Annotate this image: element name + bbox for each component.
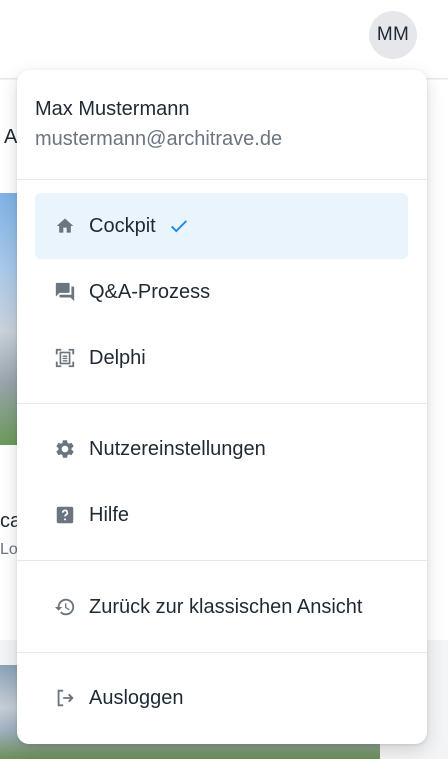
menu-item-classic-view[interactable]: Zurück zur klassischen Ansicht [35, 574, 408, 640]
menu-item-label: Zurück zur klassischen Ansicht [89, 595, 363, 618]
background-text-fragment: A [4, 126, 18, 148]
divider [17, 179, 427, 180]
document-scan-icon [53, 346, 77, 370]
top-bar: MM [0, 0, 448, 79]
user-avatar-button[interactable]: MM [369, 11, 417, 59]
menu-item-label: Q&A-Prozess [89, 280, 211, 303]
menu-item-label: Ausloggen [89, 686, 184, 709]
divider [17, 652, 427, 653]
background-text-fragment: Lo [0, 541, 18, 558]
logout-icon [53, 686, 77, 710]
menu-item-user-settings[interactable]: Nutzereinstellungen [35, 416, 408, 482]
home-icon [53, 214, 77, 238]
checkmark-icon [168, 215, 190, 237]
gear-icon [53, 437, 77, 461]
menu-item-label: Cockpit [89, 214, 156, 237]
menu-item-delphi[interactable]: Delphi [35, 325, 408, 391]
user-info: Max Mustermann mustermann@architrave.de [35, 97, 282, 151]
user-dropdown-menu: Max Mustermann mustermann@architrave.de … [17, 70, 427, 744]
menu-item-label: Nutzereinstellungen [89, 437, 266, 460]
menu-item-help[interactable]: Hilfe [35, 482, 408, 548]
menu-item-cockpit[interactable]: Cockpit [35, 193, 408, 259]
history-icon [53, 595, 77, 619]
user-email: mustermann@architrave.de [35, 128, 283, 150]
menu-item-logout[interactable]: Ausloggen [35, 665, 408, 731]
menu-item-label: Delphi [89, 346, 146, 369]
help-icon [53, 503, 77, 527]
divider [17, 560, 427, 561]
user-name: Max Mustermann [35, 98, 190, 120]
menu-item-label: Hilfe [89, 503, 130, 526]
divider [17, 403, 427, 404]
chat-bubbles-icon [53, 280, 77, 304]
menu-item-qa-prozess[interactable]: Q&A-Prozess [35, 259, 408, 325]
